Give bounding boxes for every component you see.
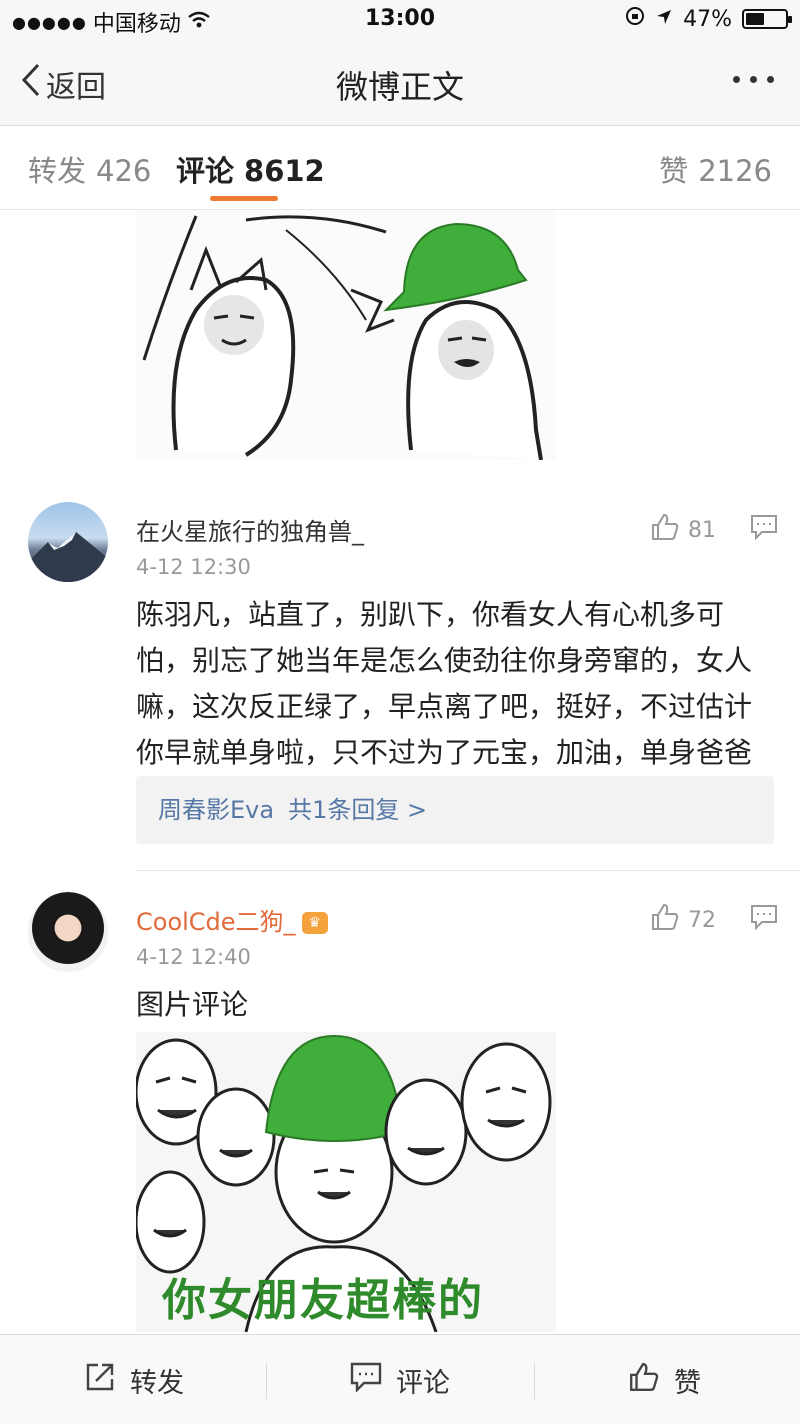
toolbar-divider xyxy=(534,1363,535,1399)
tab-repost[interactable]: 转发 426 xyxy=(28,148,151,190)
like-button[interactable]: 赞 xyxy=(628,1335,701,1424)
comment-image[interactable] xyxy=(136,210,556,461)
comment-author[interactable]: CoolCde二狗_ ♛ xyxy=(136,902,328,937)
active-tab-indicator xyxy=(210,196,278,201)
more-dot-icon xyxy=(750,76,757,83)
comment-icon xyxy=(350,1362,382,1399)
repost-button[interactable]: 转发 xyxy=(84,1335,184,1424)
tab-like[interactable]: 赞 2126 xyxy=(659,148,772,190)
tab-comment[interactable]: 评论 8612 xyxy=(176,148,325,190)
comment-like-count: 72 xyxy=(688,907,716,933)
tab-like-label: 赞 xyxy=(659,154,689,188)
bottom-toolbar: 转发 评论 赞 xyxy=(0,1334,800,1424)
page-title: 微博正文 xyxy=(335,68,464,106)
mountain-icon xyxy=(28,532,108,582)
battery-level xyxy=(746,13,764,25)
comment-like-button[interactable]: 72 xyxy=(650,902,716,938)
thumbs-up-icon xyxy=(628,1361,660,1400)
tab-comment-label: 评论 xyxy=(176,154,235,188)
comment-text: 陈羽凡，站直了，别趴下，你看女人有心机多可怕，别忘了她当年是怎么使劲往你身旁窜的… xyxy=(136,598,753,769)
location-icon xyxy=(655,7,673,32)
thumbs-up-icon xyxy=(650,512,680,548)
comment-like-button[interactable]: 81 xyxy=(650,512,716,548)
vip-crown-icon: ♛ xyxy=(301,912,328,934)
tab-comment-count: 8612 xyxy=(244,154,325,188)
comment-author-name: CoolCde二狗_ xyxy=(136,908,296,936)
meme-drawing xyxy=(142,215,543,461)
comment-time: 4-12 12:30 xyxy=(136,555,251,579)
comment-button[interactable]: 评论 xyxy=(350,1335,450,1424)
tab-like-count: 2126 xyxy=(698,154,772,188)
like-label: 赞 xyxy=(674,1367,701,1399)
reply-count[interactable]: 共1条回复 > xyxy=(288,796,427,824)
comment-image[interactable]: 你女朋友超棒的 xyxy=(134,1032,556,1333)
meme-caption: 你女朋友超棒的 xyxy=(162,1275,484,1326)
thumbs-up-icon xyxy=(650,902,680,938)
toolbar-divider xyxy=(266,1363,267,1399)
battery-percent: 47% xyxy=(683,6,732,32)
battery-icon xyxy=(742,9,792,29)
tab-bar: 转发 426 评论 8612 赞 2126 xyxy=(0,126,800,210)
status-bar: ●●●●● 中国移动 13:00 47% xyxy=(0,0,800,40)
divider xyxy=(136,870,800,871)
tab-repost-count: 426 xyxy=(96,154,152,188)
comment-like-count: 81 xyxy=(688,517,716,543)
more-dot-icon xyxy=(733,76,740,83)
avatar[interactable] xyxy=(28,502,108,582)
reply-author[interactable]: 周春影Eva xyxy=(158,796,274,824)
replies-link[interactable]: 周春影Eva 共1条回复 > xyxy=(136,776,774,844)
rotation-lock-icon xyxy=(625,6,645,32)
comment-time: 4-12 12:40 xyxy=(136,945,251,969)
more-options-button[interactable] xyxy=(733,76,774,83)
repost-label: 转发 xyxy=(130,1367,184,1399)
tab-repost-label: 转发 xyxy=(28,154,87,188)
nav-bar: 返回 微博正文 xyxy=(0,40,800,126)
more-dot-icon xyxy=(767,76,774,83)
comment-list[interactable]: 在火星旅行的独角兽_ 4-12 12:30 81 陈羽凡，站直了，别趴下，你看女… xyxy=(0,210,800,1334)
reply-icon[interactable] xyxy=(750,904,778,934)
reply-icon[interactable] xyxy=(750,514,778,544)
comment-author[interactable]: 在火星旅行的独角兽_ xyxy=(136,512,364,547)
avatar[interactable] xyxy=(28,892,108,972)
share-icon xyxy=(84,1361,116,1400)
comment-label: 评论 xyxy=(396,1367,450,1399)
comment-text: 图片评论 xyxy=(136,988,249,1021)
